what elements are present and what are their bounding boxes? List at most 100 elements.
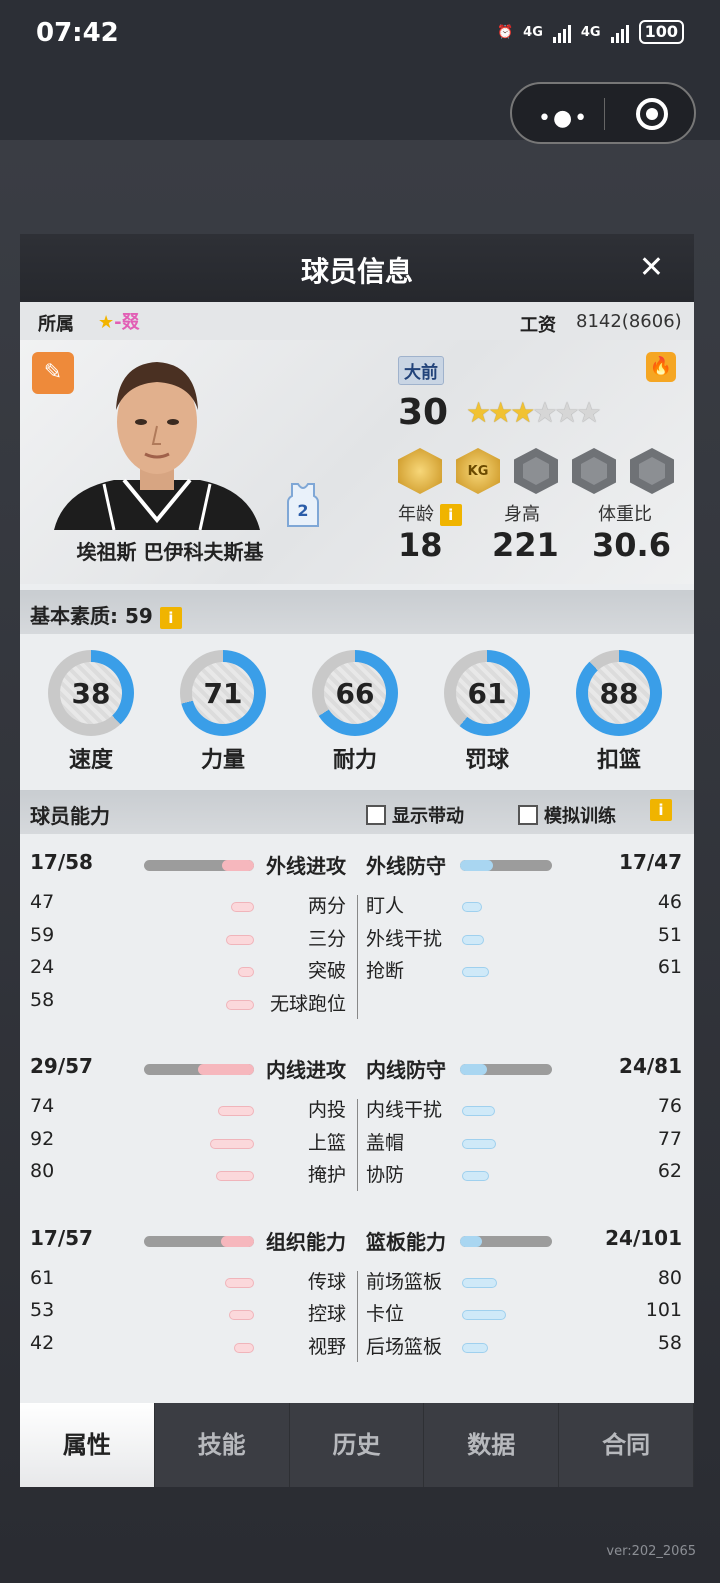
- stat-value: 61: [456, 662, 518, 724]
- more-icon[interactable]: •●•: [538, 106, 589, 131]
- sub-right-name: 盯人: [366, 895, 405, 917]
- basic-stat-4: 88 扣篮: [574, 650, 664, 774]
- close-icon[interactable]: ✕: [639, 250, 664, 285]
- tab-4[interactable]: 合同: [559, 1403, 694, 1487]
- sub-left-value: 53: [30, 1299, 55, 1321]
- tab-2[interactable]: 历史: [290, 1403, 425, 1487]
- sub-left-bar: [234, 1342, 254, 1353]
- age-value: 18: [398, 526, 443, 564]
- stat-value: 66: [324, 662, 386, 724]
- sub-right-value: 62: [657, 1160, 682, 1182]
- sub-left-value: 58: [30, 988, 55, 1011]
- ability-group-row: 17/58 外线进攻 外线防守 17/47: [20, 850, 694, 882]
- ability-label: 球员能力: [30, 804, 110, 828]
- sub-left-value: 61: [30, 1266, 55, 1289]
- ability-info-icon[interactable]: i: [650, 799, 672, 821]
- group-right-value: 24/101: [605, 1225, 682, 1250]
- group-right-value: 17/47: [619, 850, 682, 874]
- stat-label: 罚球: [464, 748, 509, 773]
- weight-ratio-label: 体重比: [598, 504, 652, 525]
- alarm-icon: ⏰: [496, 24, 514, 40]
- ability-sub-row: 92 上篮 盖帽 77: [20, 1128, 694, 1160]
- basic-info-icon[interactable]: i: [159, 606, 182, 629]
- tab-0[interactable]: 属性: [20, 1403, 155, 1487]
- jersey-number: 2: [297, 501, 308, 520]
- group-right-bar: [460, 860, 552, 871]
- sub-right-value: 58: [657, 1331, 682, 1354]
- badge-icon[interactable]: [398, 448, 442, 494]
- salary-label: 工资: [520, 315, 556, 336]
- clock: 07:42: [36, 18, 119, 48]
- sub-left-bar: [218, 1106, 254, 1116]
- stat-label: 扣篮: [596, 748, 641, 773]
- age-label: 年龄 i: [398, 500, 462, 526]
- badge-icon[interactable]: [514, 448, 558, 494]
- sub-left-name: 掩护: [307, 1164, 346, 1186]
- star-filled-icon: ★: [466, 396, 491, 429]
- basic-quality-label: 基本素质: 59: [30, 604, 153, 628]
- group-left-value: 29/57: [30, 1054, 93, 1078]
- sub-right-bar: [462, 1310, 506, 1320]
- tab-3[interactable]: 数据: [424, 1403, 560, 1487]
- group-left-value: 17/58: [30, 850, 93, 874]
- show-boost-checkbox[interactable]: 显示带动: [366, 802, 464, 828]
- tab-1[interactable]: 技能: [155, 1403, 290, 1487]
- ability-sub-row: 58 无球跑位: [20, 989, 694, 1021]
- close-target-icon[interactable]: [636, 98, 668, 130]
- star-rating: ★★★★★★: [466, 396, 602, 429]
- player-info-dialog: 球员信息 ✕ 所属 ★-叕 工资 8142(8606) ✎ 2 埃祖斯 巴伊科夫…: [20, 234, 694, 1484]
- group-left-name: 组织能力: [266, 1229, 346, 1254]
- fire-icon[interactable]: 🔥: [646, 352, 676, 382]
- sim-train-checkbox[interactable]: 模拟训练: [518, 802, 616, 828]
- affiliation-label: 所属: [38, 314, 74, 335]
- sub-right-bar: [462, 934, 484, 945]
- height-value: 221: [492, 526, 559, 564]
- sub-right-name: 后场篮板: [366, 1335, 443, 1358]
- show-boost-label: 显示带动: [392, 806, 464, 827]
- signal-icon: [552, 21, 571, 43]
- sub-right-bar: [462, 1342, 488, 1353]
- sub-left-value: 59: [30, 923, 55, 946]
- sub-left-name: 内投: [307, 1099, 346, 1121]
- jersey-icon: 2: [286, 482, 320, 528]
- badge-icon[interactable]: [572, 448, 616, 494]
- star-empty-icon: ★: [554, 396, 579, 429]
- badge-icon[interactable]: KG: [456, 448, 500, 494]
- basic-quality-header: 基本素质: 59 i: [20, 590, 694, 634]
- group-left-value: 17/57: [30, 1225, 93, 1250]
- star-icon: ★: [98, 312, 115, 333]
- group-right-bar-fill: [460, 1064, 488, 1075]
- group-left-bar: [144, 860, 254, 871]
- stat-ring: 66: [312, 650, 398, 736]
- basic-stat-3: 61 罚球: [442, 650, 532, 774]
- sub-left-bar: [210, 1138, 254, 1149]
- affiliation-row: 所属 ★-叕 工资 8142(8606): [20, 302, 694, 340]
- stat-label: 力量: [200, 748, 245, 773]
- group-left-bar-fill: [198, 1064, 254, 1075]
- sub-right-value: 51: [657, 923, 682, 946]
- age-info-icon[interactable]: i: [439, 504, 462, 526]
- group-right-name: 外线防守: [366, 854, 446, 878]
- ability-header: 球员能力 显示带动 模拟训练 i: [20, 790, 694, 834]
- group-left-bar-fill: [221, 860, 254, 871]
- bottom-tab-bar: 属性 技能 历史 数据 合同: [20, 1403, 694, 1487]
- sub-left-name: 控球: [307, 1303, 346, 1325]
- sub-right-name: 抢断: [366, 960, 405, 982]
- miniprogram-capsule: •●•: [510, 82, 696, 144]
- star-filled-icon: ★: [510, 396, 535, 429]
- sub-right-name: 内线干扰: [366, 1099, 443, 1121]
- sub-left-name: 突破: [307, 960, 346, 982]
- sub-left-value: 24: [30, 956, 55, 978]
- sub-left-value: 47: [30, 891, 55, 913]
- badge-icon[interactable]: [630, 448, 674, 494]
- basic-stat-1: 71 力量: [178, 650, 268, 774]
- player-name: 埃祖斯 巴伊科夫斯基: [76, 540, 264, 564]
- sub-left-bar: [226, 934, 254, 945]
- network-label-2: 4G: [580, 24, 601, 40]
- edit-player-button[interactable]: ✎: [32, 352, 74, 394]
- sub-right-bar: [462, 1277, 497, 1288]
- checkbox-icon: [366, 805, 386, 825]
- team-name[interactable]: ★-叕: [98, 308, 140, 334]
- ability-sub-row: 61 传球 前场篮板 80: [20, 1267, 694, 1299]
- sub-right-bar: [462, 967, 489, 977]
